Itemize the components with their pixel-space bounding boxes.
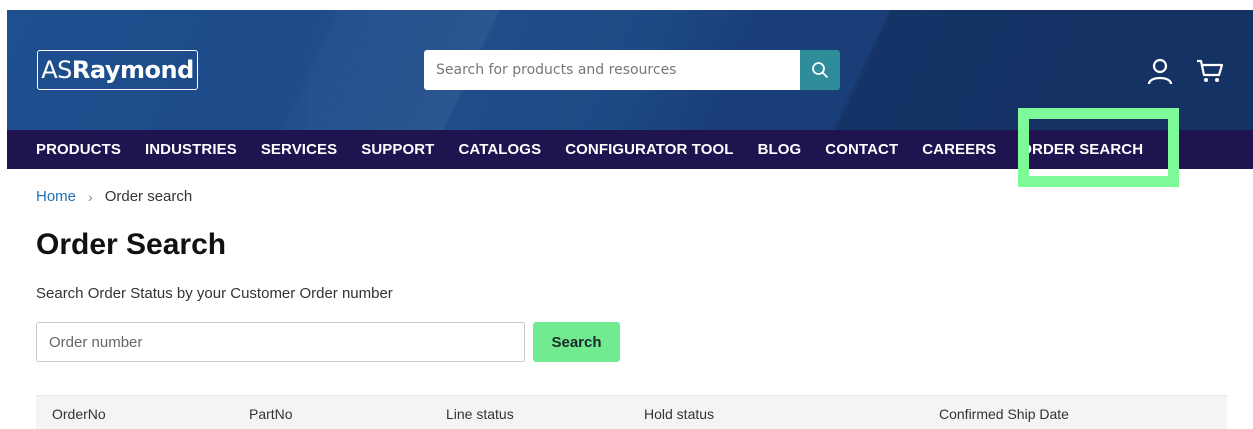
logo-text-as: AS xyxy=(41,56,72,84)
order-search-button[interactable]: Search xyxy=(533,322,620,362)
cart-icon xyxy=(1197,59,1224,82)
breadcrumb-current: Order search xyxy=(104,188,193,205)
column-header-hold-status: Hold status xyxy=(644,406,715,422)
nav-item-services[interactable]: SERVICES xyxy=(261,141,337,158)
account-button[interactable] xyxy=(1145,56,1175,86)
column-header-line-status: Line status xyxy=(446,406,514,422)
site-search xyxy=(424,50,840,90)
asraymond-logo[interactable]: AS Raymond xyxy=(37,50,198,90)
column-header-confirmed-ship-date: Confirmed Ship Date xyxy=(939,406,1069,422)
nav-item-support[interactable]: SUPPORT xyxy=(361,141,434,158)
breadcrumb: Home › Order search xyxy=(36,188,192,205)
nav-item-careers[interactable]: CAREERS xyxy=(922,141,996,158)
nav-item-configurator-tool[interactable]: CONFIGURATOR TOOL xyxy=(565,141,733,158)
search-icon xyxy=(812,62,828,78)
order-number-input[interactable] xyxy=(36,322,525,362)
header-actions xyxy=(1145,56,1225,86)
nav-item-catalogs[interactable]: CATALOGS xyxy=(458,141,541,158)
user-icon xyxy=(1147,58,1173,85)
column-header-partno: PartNo xyxy=(249,406,293,422)
nav-item-products[interactable]: PRODUCTS xyxy=(36,141,121,158)
main-nav: PRODUCTS INDUSTRIES SERVICES SUPPORT CAT… xyxy=(7,130,1253,169)
page-title: Order Search xyxy=(36,228,227,261)
nav-item-order-search[interactable]: ORDER SEARCH xyxy=(1020,141,1143,158)
nav-item-contact[interactable]: CONTACT xyxy=(825,141,898,158)
breadcrumb-chevron-icon: › xyxy=(88,188,93,205)
page-subtitle: Search Order Status by your Customer Ord… xyxy=(36,285,393,302)
nav-item-industries[interactable]: INDUSTRIES xyxy=(145,141,237,158)
results-table-header: OrderNo PartNo Line status Hold status C… xyxy=(36,395,1227,429)
logo-text-raymond: Raymond xyxy=(71,56,194,84)
site-header: AS Raymond xyxy=(7,10,1253,130)
breadcrumb-home-link[interactable]: Home xyxy=(36,188,76,205)
page: AS Raymond Search for products and resou… xyxy=(0,0,1253,429)
site-search-button[interactable] xyxy=(800,50,840,90)
nav-item-blog[interactable]: BLOG xyxy=(758,141,802,158)
cart-button[interactable] xyxy=(1195,56,1225,86)
site-search-input[interactable] xyxy=(424,50,800,90)
column-header-orderno: OrderNo xyxy=(52,406,106,422)
